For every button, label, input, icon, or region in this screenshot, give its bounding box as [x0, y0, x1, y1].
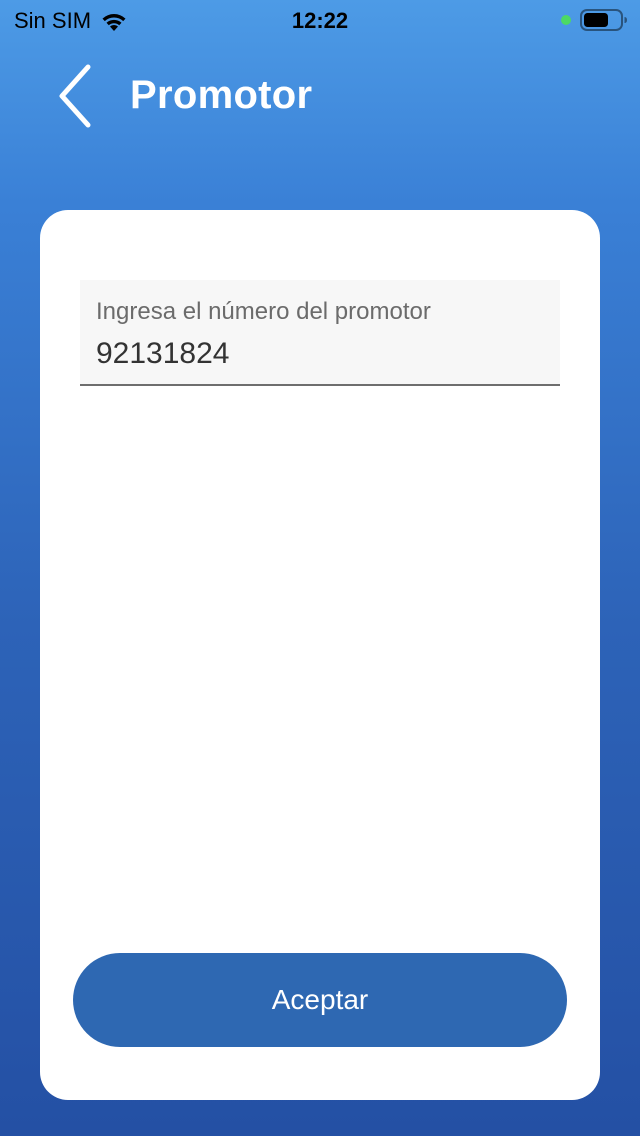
promoter-number-input[interactable] [96, 334, 536, 374]
promoter-number-label: Ingresa el número del promotor [96, 298, 431, 325]
form-card: Ingresa el número del promotor Aceptar [40, 210, 600, 1100]
navigation-bar: Promotor [0, 55, 640, 135]
status-bar: Sin SIM 12:22 [0, 0, 640, 40]
battery-icon [580, 9, 627, 31]
promoter-number-field[interactable]: Ingresa el número del promotor [80, 280, 560, 386]
accept-button[interactable]: Aceptar [73, 953, 567, 1047]
privacy-indicator-dot [561, 15, 571, 25]
back-button[interactable] [50, 61, 102, 131]
page-title: Promotor [130, 73, 313, 117]
status-time: 12:22 [291, 8, 349, 33]
chevron-left-icon [59, 64, 91, 128]
